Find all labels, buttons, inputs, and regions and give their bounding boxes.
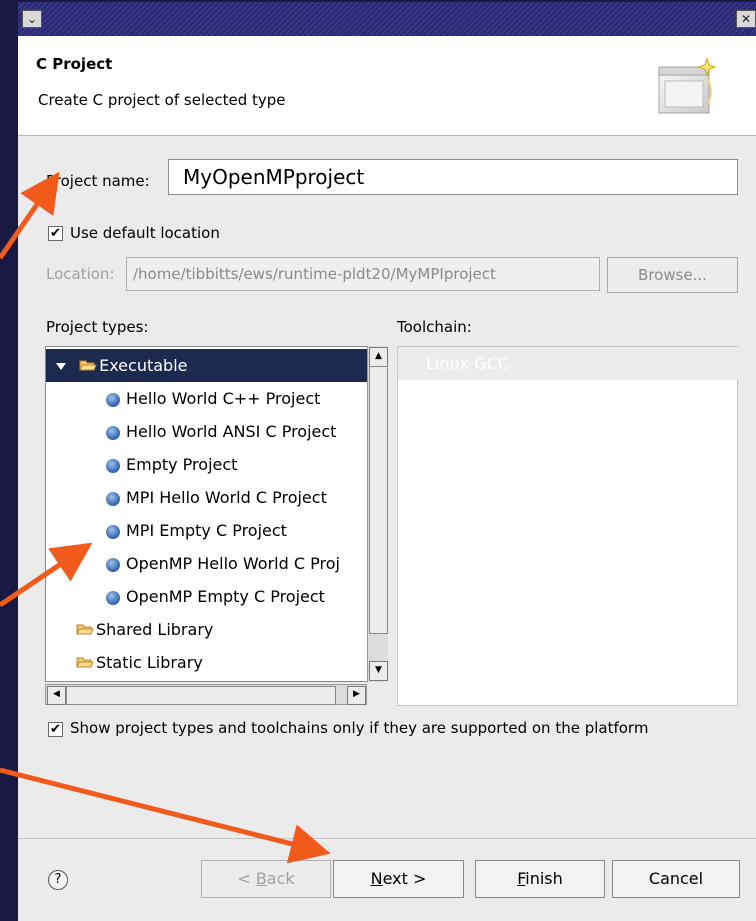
project-template-icon bbox=[106, 491, 120, 506]
tree-item-label: Static Library bbox=[96, 653, 203, 672]
tree-vertical-scrollbar[interactable]: ▲ ▼ bbox=[367, 346, 388, 682]
tree-item-label: Executable bbox=[99, 356, 188, 375]
folder-icon bbox=[76, 614, 94, 647]
finish-label: inish bbox=[525, 869, 563, 888]
close-icon: ✕ bbox=[740, 12, 752, 26]
wizard-header bbox=[18, 36, 756, 136]
project-template-icon bbox=[106, 458, 120, 473]
scroll-right-icon[interactable]: ▶ bbox=[347, 686, 366, 705]
tree-item-label: Shared Library bbox=[96, 620, 214, 639]
wizard-description: Create C project of selected type bbox=[38, 91, 286, 109]
expand-arrow-icon[interactable] bbox=[56, 363, 66, 370]
tree-item-label: OpenMP Hello World C Proj bbox=[126, 554, 340, 573]
show-supported-checkbox[interactable]: ✔ bbox=[48, 722, 63, 737]
cancel-button[interactable]: Cancel bbox=[612, 860, 740, 898]
use-default-location-checkbox[interactable]: ✔ bbox=[48, 226, 63, 241]
project-types-tree[interactable]: Executable Hello World C++ Project Hello… bbox=[45, 346, 388, 682]
tree-item-mpi-hello-world[interactable]: MPI Hello World C Project bbox=[46, 481, 387, 514]
scroll-left-icon[interactable]: ◀ bbox=[47, 686, 66, 705]
project-name-input[interactable] bbox=[168, 159, 738, 195]
back-mnemonic: B bbox=[255, 869, 267, 888]
project-name-label: Project name: bbox=[46, 172, 150, 190]
toolchain-list[interactable]: Linux GCC bbox=[397, 346, 739, 706]
tree-item-label: MPI Hello World C Project bbox=[126, 488, 327, 507]
tree-item-label: Empty Project bbox=[126, 455, 238, 474]
new-project-wizard-icon bbox=[655, 55, 717, 121]
window-menu-button[interactable]: ⌄ bbox=[22, 10, 42, 28]
project-template-icon bbox=[106, 524, 120, 539]
scroll-down-icon[interactable]: ▼ bbox=[369, 661, 388, 681]
chevron-down-icon: ⌄ bbox=[26, 12, 38, 26]
location-input[interactable] bbox=[126, 257, 600, 291]
tree-item-executable[interactable]: Executable bbox=[46, 349, 378, 382]
back-button[interactable]: < Back bbox=[201, 860, 331, 898]
tree-item-mpi-empty[interactable]: MPI Empty C Project bbox=[46, 514, 387, 547]
finish-button[interactable]: Finish bbox=[475, 860, 605, 898]
back-prefix: < bbox=[237, 869, 256, 888]
tree-item-empty-project[interactable]: Empty Project bbox=[46, 448, 387, 481]
project-template-icon bbox=[106, 392, 120, 407]
tree-item-static-library[interactable]: Static Library bbox=[46, 646, 387, 680]
project-template-icon bbox=[106, 590, 120, 605]
show-supported-label: Show project types and toolchains only i… bbox=[70, 719, 649, 737]
tree-item-hello-world-ansi-c[interactable]: Hello World ANSI C Project bbox=[46, 415, 387, 448]
toolchain-label: Toolchain: bbox=[397, 318, 472, 336]
next-mnemonic: N bbox=[370, 869, 383, 888]
scrollbar-thumb[interactable] bbox=[369, 366, 388, 634]
toolchain-item[interactable]: Linux GCC bbox=[398, 347, 739, 380]
use-default-location-label: Use default location bbox=[70, 224, 220, 242]
tree-horizontal-scrollbar[interactable]: ◀ ▶ bbox=[45, 684, 367, 705]
folder-icon bbox=[76, 647, 94, 680]
tree-item-openmp-empty[interactable]: OpenMP Empty C Project bbox=[46, 580, 387, 613]
browse-button[interactable]: Browse... bbox=[607, 257, 738, 293]
scrollbar-thumb[interactable] bbox=[66, 686, 336, 705]
wizard-title: C Project bbox=[36, 55, 113, 73]
tree-item-openmp-hello-world[interactable]: OpenMP Hello World C Proj bbox=[46, 547, 387, 580]
project-types-label: Project types: bbox=[46, 318, 149, 336]
window-titlebar[interactable] bbox=[18, 2, 756, 36]
tree-item-label: Hello World ANSI C Project bbox=[126, 422, 337, 441]
help-icon[interactable]: ? bbox=[48, 870, 68, 890]
tree-item-label: OpenMP Empty C Project bbox=[126, 587, 325, 606]
button-bar-divider bbox=[18, 838, 756, 839]
back-label: ack bbox=[266, 869, 295, 888]
tree-item-label: MPI Empty C Project bbox=[126, 521, 287, 540]
tree-item-shared-library[interactable]: Shared Library bbox=[46, 613, 387, 647]
window-close-button[interactable]: ✕ bbox=[736, 10, 756, 28]
project-template-icon bbox=[106, 557, 120, 572]
next-label: ext > bbox=[382, 869, 427, 888]
project-template-icon bbox=[106, 425, 120, 440]
folder-open-icon bbox=[79, 350, 97, 383]
next-button[interactable]: Next > bbox=[333, 860, 464, 898]
tree-item-label: Hello World C++ Project bbox=[126, 389, 321, 408]
scroll-up-icon[interactable]: ▲ bbox=[369, 347, 388, 367]
location-label: Location: bbox=[46, 265, 115, 283]
tree-item-hello-world-cpp[interactable]: Hello World C++ Project bbox=[46, 382, 387, 415]
